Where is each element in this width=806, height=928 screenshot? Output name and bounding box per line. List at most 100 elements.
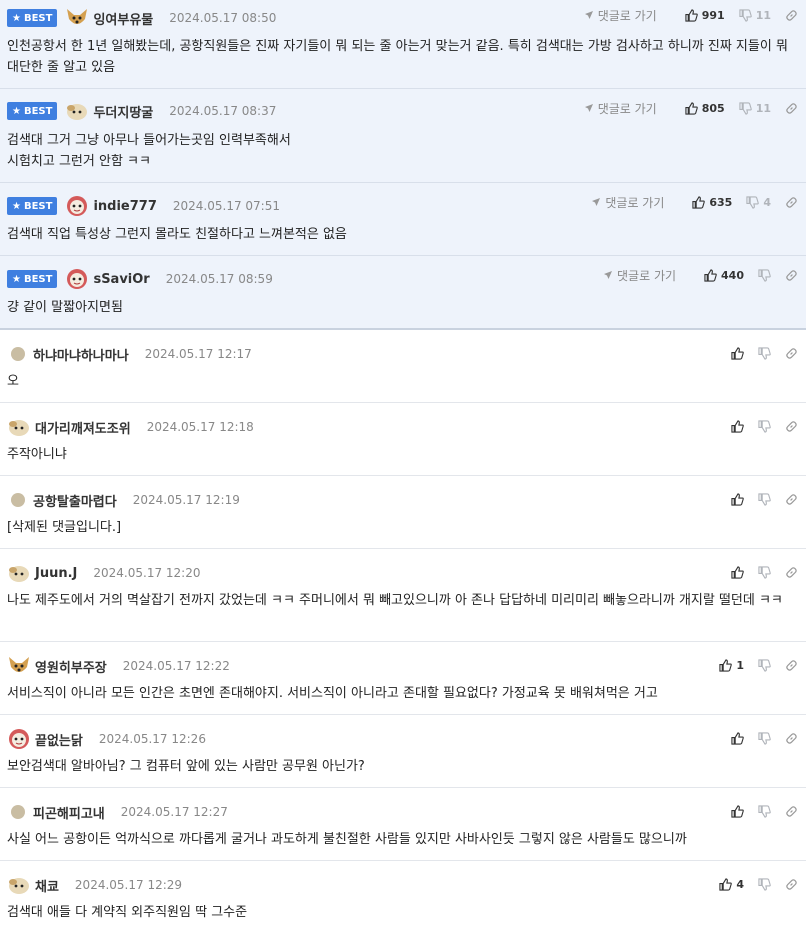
- reply-link[interactable]: 댓글로 가기: [591, 194, 664, 211]
- comment-body: 인천공항서 한 1년 일해봤는데, 공항직원들은 진짜 자기들이 뭐 되는 줄 …: [7, 39, 788, 75]
- dislike-button[interactable]: [758, 419, 771, 433]
- comment-date: 2024.05.17 07:51: [172, 199, 280, 213]
- dog-icon: [65, 7, 89, 29]
- link-button[interactable]: [785, 420, 798, 433]
- link-icon: [786, 493, 797, 505]
- comment-author[interactable]: 두더지땅굴: [93, 102, 153, 121]
- link-button[interactable]: [785, 196, 798, 209]
- comment-author[interactable]: sSaviOr: [93, 272, 149, 287]
- comment-header: ★ BEST sSaviOr 2024.05.17 08:59: [7, 256, 273, 302]
- link-button[interactable]: [785, 493, 798, 506]
- arrow-icon: [584, 11, 593, 19]
- arrow-icon: [592, 198, 601, 206]
- dislike-button[interactable]: 4: [746, 196, 771, 209]
- comment-body: 주작아니냐: [7, 447, 67, 462]
- link-icon: [786, 196, 797, 208]
- like-button[interactable]: 805: [685, 102, 725, 115]
- comment-author[interactable]: 끝없는닭: [35, 730, 83, 749]
- comment-author[interactable]: 잉여부유물: [93, 9, 153, 28]
- link-button[interactable]: [785, 659, 798, 672]
- link-icon: [786, 659, 797, 671]
- link-button[interactable]: [785, 878, 798, 891]
- arrow-icon: [584, 104, 593, 112]
- dislike-button[interactable]: [758, 731, 771, 745]
- comment-author[interactable]: 대가리깨져도조위: [35, 418, 131, 437]
- comment-author[interactable]: 공항탈출마렵다: [33, 491, 117, 510]
- link-button[interactable]: [785, 269, 798, 282]
- link-button[interactable]: [785, 566, 798, 579]
- link-icon: [786, 566, 797, 578]
- like-button[interactable]: [731, 419, 744, 433]
- thumb-up-icon: [731, 419, 744, 433]
- comment-author[interactable]: indie777: [93, 199, 156, 214]
- comment-author[interactable]: 영원히부주장: [35, 657, 107, 676]
- reply-link[interactable]: 댓글로 가기: [584, 7, 657, 24]
- thumb-up-icon: [731, 346, 744, 360]
- like-button[interactable]: 4: [719, 878, 744, 891]
- dislike-button[interactable]: [758, 565, 771, 579]
- best-badge: ★ BEST: [7, 102, 58, 120]
- reply-link[interactable]: 댓글로 가기: [603, 267, 676, 284]
- comment-header: ★ BEST 잉여부유물 2024.05.17 08:50: [7, 0, 276, 36]
- comment-body: 검색대 그거 그냥 아무나 들어가는곳임 인력부족해서 시험치고 그런거 안함 …: [7, 133, 291, 169]
- like-button[interactable]: [731, 731, 744, 745]
- link-button[interactable]: [785, 102, 798, 115]
- comment-date: 2024.05.17 12:19: [132, 493, 240, 507]
- best-comment: ★ BEST 잉여부유물 2024.05.17 08:50 댓글로 가기 991 …: [0, 0, 806, 89]
- link-button[interactable]: [785, 9, 798, 22]
- link-icon: [786, 269, 797, 281]
- reply-link[interactable]: 댓글로 가기: [584, 100, 657, 117]
- link-icon: [786, 420, 797, 432]
- thumb-up-icon: [731, 731, 744, 745]
- comment: 영원히부주장 2024.05.17 12:22 1 서비스직이 아니라 모든 인간은 …: [0, 642, 806, 715]
- like-button[interactable]: [731, 346, 744, 360]
- comment-tools: 4: [705, 869, 798, 899]
- comment: 대가리깨져도조위 2024.05.17 12:18 주작아니냐: [0, 403, 806, 476]
- thumb-up-icon: [719, 877, 733, 891]
- comment-date: 2024.05.17 12:22: [122, 659, 230, 673]
- dislike-button[interactable]: 11: [739, 9, 771, 22]
- like-button[interactable]: 635: [692, 196, 732, 209]
- dog-icon: [7, 655, 31, 677]
- link-icon: [786, 805, 797, 817]
- link-button[interactable]: [785, 732, 798, 745]
- dislike-button[interactable]: [758, 658, 771, 672]
- like-button[interactable]: 440: [704, 269, 744, 282]
- comment-tools: [717, 411, 798, 441]
- like-button[interactable]: [731, 565, 744, 579]
- link-icon: [786, 9, 797, 21]
- comment-body: [삭제된 댓글입니다.]: [7, 520, 122, 535]
- comment-author[interactable]: 피곤해피고내: [33, 803, 105, 822]
- dislike-button[interactable]: 11: [739, 102, 771, 115]
- star-icon: ★: [12, 12, 21, 24]
- comment-date: 2024.05.17 12:29: [74, 878, 183, 892]
- like-button[interactable]: [731, 492, 744, 506]
- comment-author[interactable]: 채쿄: [35, 876, 59, 895]
- thumb-up-icon: [704, 268, 717, 282]
- comment-tools: [717, 484, 798, 514]
- comment-list: ★ BEST 잉여부유물 2024.05.17 08:50 댓글로 가기 991 …: [0, 0, 806, 928]
- dislike-button[interactable]: [758, 877, 771, 891]
- comment-author[interactable]: 하냐마냐하나마나: [33, 345, 129, 364]
- comment-date: 2024.05.17 12:20: [93, 566, 201, 580]
- like-button[interactable]: 991: [685, 9, 725, 22]
- best-comment: ★ BEST indie777 2024.05.17 07:51 댓글로 가기 6…: [0, 183, 806, 256]
- dislike-button[interactable]: [758, 346, 771, 360]
- link-icon: [786, 878, 797, 890]
- thumb-down-icon: [739, 8, 752, 22]
- link-button[interactable]: [785, 805, 798, 818]
- like-button[interactable]: 1: [719, 659, 744, 672]
- like-button[interactable]: [731, 804, 744, 818]
- thumb-down-icon: [758, 268, 771, 282]
- clown-icon: [65, 268, 89, 290]
- link-icon: [786, 102, 797, 114]
- blob-icon: [7, 874, 31, 896]
- dislike-button[interactable]: [758, 268, 771, 282]
- arrow-icon: [604, 271, 613, 279]
- thumb-down-icon: [758, 346, 771, 360]
- comment-author[interactable]: Juun.J: [35, 566, 77, 581]
- dislike-button[interactable]: [758, 804, 771, 818]
- link-button[interactable]: [785, 347, 798, 360]
- clown-icon: [65, 195, 89, 217]
- dislike-button[interactable]: [758, 492, 771, 506]
